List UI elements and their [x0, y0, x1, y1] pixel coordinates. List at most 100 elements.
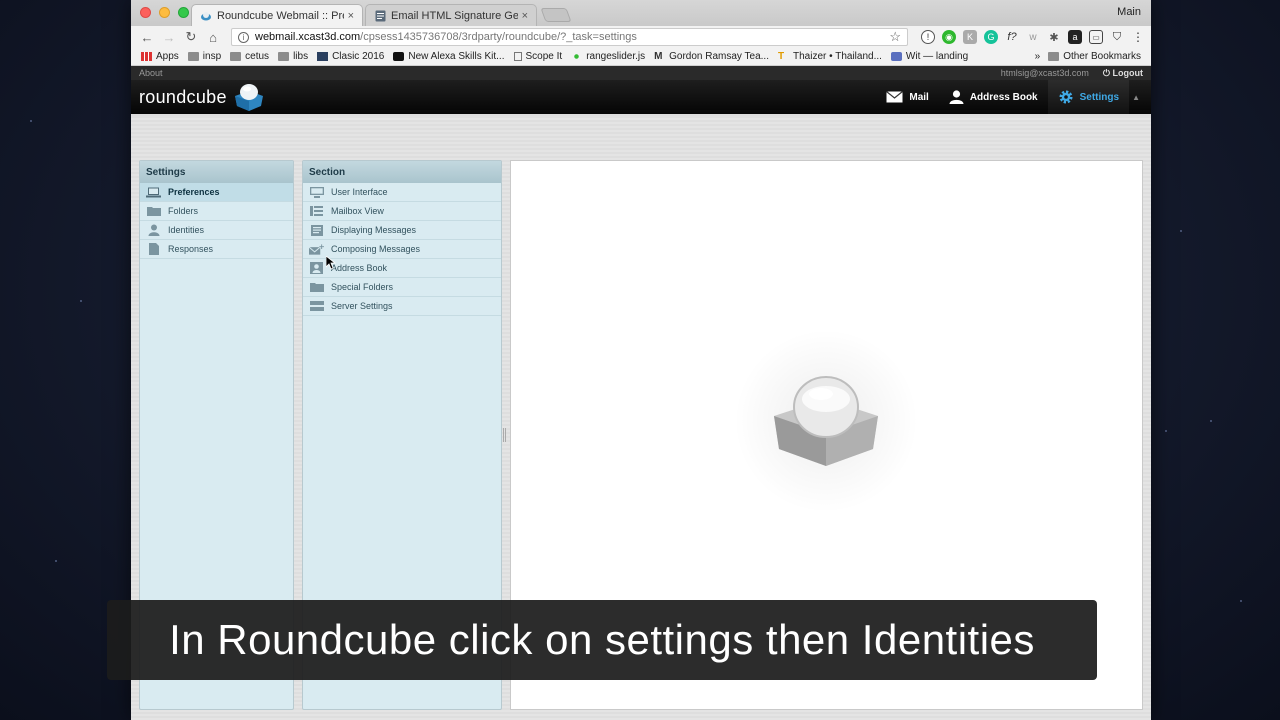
logo-text: roundcube: [139, 86, 227, 107]
menu-kebab-icon[interactable]: ⋮: [1131, 30, 1145, 44]
pocket-icon[interactable]: ⛉: [1110, 30, 1124, 44]
logout-button[interactable]: ⏻ Logout: [1103, 68, 1143, 79]
document-icon: [146, 243, 161, 255]
bookmark-label: cetus: [245, 51, 270, 62]
extension-green-icon[interactable]: ◉: [942, 30, 956, 44]
section-item-server-settings[interactable]: Server Settings: [303, 297, 501, 316]
section-item-mailbox-view[interactable]: Mailbox View: [303, 202, 501, 221]
profile-name[interactable]: Main: [1117, 6, 1141, 18]
bookmark-gordon-ramsay[interactable]: M Gordon Ramsay Tea...: [654, 51, 769, 62]
section-panel-header: Section: [303, 161, 501, 183]
nav-label: Mail: [909, 91, 929, 103]
bookmark-libs[interactable]: libs: [278, 51, 308, 62]
nav-mail[interactable]: Mail: [876, 80, 938, 114]
item-label: Folders: [168, 206, 199, 216]
url-host: webmail.xcast3d.com: [255, 31, 361, 43]
tab-title: Roundcube Webmail :: Preferen: [217, 9, 344, 22]
panel-splitter[interactable]: [503, 428, 506, 442]
site-info-icon[interactable]: i: [238, 31, 249, 43]
wit-icon: [890, 52, 902, 61]
item-label: Displaying Messages: [331, 225, 417, 235]
header-collapse-icon[interactable]: ▲: [1129, 93, 1143, 102]
tab-close-icon[interactable]: ×: [522, 10, 528, 22]
mouse-cursor-icon: [326, 256, 336, 270]
section-item-special-folders[interactable]: Special Folders: [303, 278, 501, 297]
bookmark-star-icon[interactable]: ☆: [889, 29, 901, 45]
about-link[interactable]: About: [139, 68, 163, 78]
bookmark-label: Clasic 2016: [332, 51, 385, 62]
grammarly-icon[interactable]: G: [984, 30, 998, 44]
bookmark-scope-it[interactable]: Scope It: [513, 51, 563, 62]
settings-item-responses[interactable]: Responses: [140, 240, 293, 259]
tab-roundcube[interactable]: Roundcube Webmail :: Preferen ×: [191, 4, 363, 26]
function-icon[interactable]: f?: [1005, 30, 1019, 44]
bookmark-label: Other Bookmarks: [1063, 51, 1141, 62]
bookmark-label: Gordon Ramsay Tea...: [669, 51, 769, 62]
person-icon: [949, 90, 964, 104]
tab-signature-generator[interactable]: Email HTML Signature Generat ×: [365, 4, 537, 26]
home-icon[interactable]: ⌂: [203, 30, 223, 45]
item-label: Address Book: [331, 263, 388, 273]
main-navigation: Mail Address Book Settings ▲: [876, 80, 1143, 114]
roundcube-logo[interactable]: roundcube: [139, 82, 265, 112]
bookmark-wit[interactable]: Wit — landing: [890, 51, 968, 62]
nav-label: Address Book: [969, 91, 1038, 103]
address-bar[interactable]: i webmail.xcast3d.com/cpsess1435736708/3…: [231, 28, 908, 46]
book-icon: [317, 52, 329, 61]
maximize-window-icon[interactable]: [178, 7, 189, 18]
nav-settings[interactable]: Settings: [1047, 80, 1130, 114]
nav-label: Settings: [1079, 91, 1120, 103]
bookmark-other[interactable]: Other Bookmarks: [1048, 51, 1141, 62]
roundcube-topline: About htmlsig@xcast3d.com ⏻ Logout: [131, 66, 1151, 80]
settings-item-folders[interactable]: Folders: [140, 202, 293, 221]
list-icon: [309, 206, 324, 217]
dots-icon: [571, 52, 583, 61]
bookmark-label: insp: [202, 51, 222, 62]
tab-title: Email HTML Signature Generat: [391, 9, 518, 22]
folder-icon: [309, 282, 324, 293]
bookmark-alexa[interactable]: New Alexa Skills Kit...: [393, 51, 505, 62]
extension-k-icon[interactable]: K: [963, 30, 977, 44]
roundcube-favicon-icon: [200, 10, 212, 22]
settings-item-preferences[interactable]: Preferences: [140, 183, 293, 202]
roundcube-logo-icon: [234, 84, 263, 111]
item-label: Identities: [168, 225, 205, 235]
new-tab-button[interactable]: [540, 8, 572, 22]
nav-address-book[interactable]: Address Book: [939, 80, 1048, 114]
cast-icon[interactable]: ▭: [1089, 30, 1103, 44]
bookmark-thaizer[interactable]: T Thaizer • Thailand...: [778, 51, 882, 62]
apps-grid-icon: [141, 52, 152, 61]
extension-info-icon[interactable]: !: [921, 30, 935, 44]
tab-close-icon[interactable]: ×: [348, 10, 354, 22]
page-icon: [513, 52, 522, 61]
medium-icon: M: [654, 51, 663, 62]
amazon-icon: [393, 52, 405, 61]
section-item-displaying-messages[interactable]: Displaying Messages: [303, 221, 501, 240]
bookmark-label: libs: [293, 51, 309, 62]
section-item-user-interface[interactable]: User Interface: [303, 183, 501, 202]
envelope-icon: [886, 91, 904, 103]
minimize-window-icon[interactable]: [159, 7, 170, 18]
bookmark-clasic-2016[interactable]: Clasic 2016: [317, 51, 384, 62]
more-bookmarks-chevron[interactable]: »: [1035, 51, 1041, 62]
bug-icon[interactable]: ✱: [1047, 30, 1061, 44]
settings-item-identities[interactable]: Identities: [140, 221, 293, 240]
server-icon: [309, 301, 324, 312]
bookmark-cetus[interactable]: cetus: [230, 51, 269, 62]
bookmark-label: Scope It: [525, 51, 563, 62]
folder-icon: [230, 52, 242, 61]
amazon-icon[interactable]: a: [1068, 30, 1082, 44]
bookmark-apps[interactable]: Apps: [141, 51, 179, 62]
url-path: /cpsess1435736708/3rdparty/roundcube/?_t…: [360, 31, 637, 43]
roundcube-header: roundcube Mail Address Book Settings ▲: [131, 80, 1151, 114]
bookmark-rangeslider[interactable]: rangeslider.js: [571, 51, 645, 62]
item-label: Preferences: [168, 187, 220, 197]
reload-icon[interactable]: ↻: [181, 29, 201, 45]
gear-icon: [1058, 89, 1074, 105]
w-extension-icon[interactable]: w: [1026, 30, 1040, 44]
forward-arrow-icon[interactable]: →: [159, 30, 179, 45]
back-arrow-icon[interactable]: ←: [137, 30, 157, 45]
folder-icon: [1048, 52, 1060, 61]
close-window-icon[interactable]: [140, 7, 151, 18]
bookmark-insp[interactable]: insp: [187, 51, 222, 62]
